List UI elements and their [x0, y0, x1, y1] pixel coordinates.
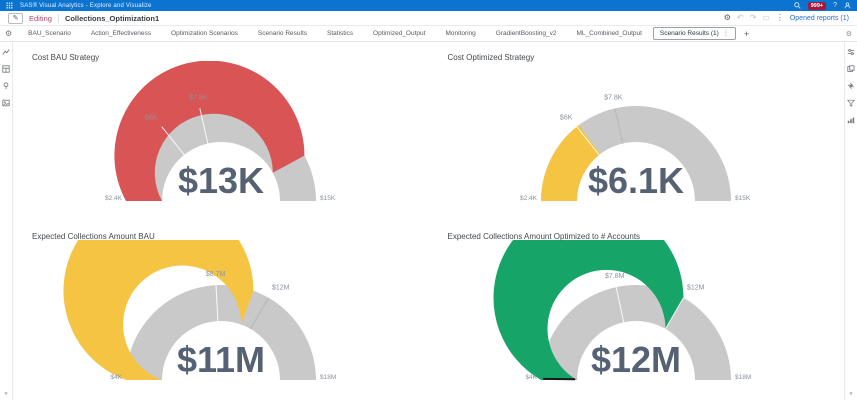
data-roles-icon[interactable]	[847, 65, 855, 73]
gauge-value-text: $11M	[177, 339, 265, 380]
tab-label: Optimized_Output	[373, 30, 425, 37]
tab-label: ML_Combined_Output	[577, 30, 642, 37]
add-page-button[interactable]: +	[738, 29, 755, 39]
tab-ml-combined-output[interactable]: ML_Combined_Output	[568, 27, 651, 40]
tab-optimization-scenarios[interactable]: Optimization Scenarios	[162, 27, 247, 40]
editing-mode-label: Editing	[29, 14, 52, 23]
tab-label: Scenario Results (1)	[660, 30, 719, 37]
gauge-cell-collections-optimized: Expected Collections Amount Optimized to…	[429, 221, 845, 400]
search-icon[interactable]	[794, 2, 801, 9]
tab-label: Action_Effectiveness	[91, 30, 151, 37]
tab-scenario-results-1-[interactable]: Scenario Results (1) ⋮	[653, 27, 736, 40]
application-header: SAS® Visual Analytics - Explore and Visu…	[0, 0, 857, 11]
gauge-max-label: $15K	[735, 195, 751, 202]
app-title: SAS® Visual Analytics - Explore and Visu…	[20, 3, 152, 9]
options-sliders-icon[interactable]	[847, 48, 855, 56]
gauge-min-label: $4K	[110, 374, 122, 381]
left-sidebar: »	[0, 42, 13, 400]
gauge-max-label: $15K	[320, 195, 336, 202]
report-toolbar: ✎ Editing Collections_Optimization1 ⚙ ↶ …	[0, 11, 857, 26]
tab-label: Scenario Results	[258, 30, 307, 37]
gauge-cell-collections-bau: Expected Collections Amount BAU $8.7M $12…	[13, 221, 429, 400]
overflow-menu-icon[interactable]: ⋮	[776, 14, 784, 22]
gauge-tick-label: $6K	[145, 114, 158, 121]
outline-pin-icon[interactable]	[2, 82, 10, 90]
gauge-value-text: $13K	[178, 160, 264, 201]
gauge-title: Cost BAU Strategy	[32, 53, 99, 62]
gauge-chart-collections-optimized[interactable]: $7.8M $12M $4K $18M $12M	[429, 240, 843, 392]
notification-badge[interactable]: 999+	[808, 2, 826, 10]
ranks-bars-icon[interactable]	[847, 116, 855, 124]
settings-gear-icon[interactable]: ⚙	[724, 14, 731, 22]
gauge-min-label: $4K	[526, 374, 538, 381]
tab-monitoring[interactable]: Monitoring	[436, 27, 484, 40]
page-tabstrip: ⚙ BAU_Scenario Action_Effectiveness Optimi…	[0, 26, 857, 42]
edit-pencil-button[interactable]: ✎	[8, 13, 23, 24]
view-frame-icon[interactable]: ▭	[762, 14, 770, 22]
gauge-chart-collections-bau[interactable]: $8.7M $12M $4K $18M $11M	[14, 240, 428, 392]
canvas-options-gear-icon[interactable]: ⚙	[846, 30, 852, 38]
tab-bau-scenario[interactable]: BAU_Scenario	[19, 27, 80, 40]
pencil-icon: ✎	[13, 14, 19, 22]
tab-optimized-output[interactable]: Optimized_Output	[364, 27, 434, 40]
gauge-max-label: $18M	[320, 374, 336, 381]
gauge-chart-cost-optimized[interactable]: $6K $7.8K $2.4K $15K $6.1K	[429, 61, 843, 213]
undo-icon[interactable]: ↶	[737, 14, 744, 22]
help-icon[interactable]: ?	[833, 2, 837, 9]
data-chart-icon[interactable]	[2, 48, 10, 56]
gauge-tick-label: $7.8K	[604, 95, 623, 102]
expand-right-rail-icon[interactable]: «	[849, 391, 852, 397]
tab-gradientboosting-v2[interactable]: GradientBoosting_v2	[487, 27, 566, 40]
gauge-tick-label: $6K	[560, 114, 573, 121]
redo-icon[interactable]: ↷	[750, 14, 757, 22]
gauge-tick-label: $12M	[687, 285, 705, 292]
right-sidebar: «	[844, 42, 857, 400]
gauge-min-label: $2.4K	[520, 195, 538, 202]
gauge-tick-label: $7.8K	[189, 95, 208, 102]
tab-scenario-results[interactable]: Scenario Results	[249, 27, 316, 40]
expand-left-rail-icon[interactable]: »	[4, 391, 7, 397]
gauge-tick-label: $12M	[272, 285, 290, 292]
tab-action-effectiveness[interactable]: Action_Effectiveness	[82, 27, 160, 40]
gauge-title: Expected Collections Amount BAU	[32, 232, 155, 241]
tab-list: BAU_Scenario Action_Effectiveness Optimiza…	[19, 27, 736, 40]
actions-icon[interactable]	[847, 82, 855, 90]
gauge-value-text: $6.1K	[588, 160, 684, 201]
media-image-icon[interactable]	[2, 99, 10, 107]
main-region: » Cost BAU Strategy $6K $7.8K $2.4K $15K $13…	[0, 42, 857, 400]
gauge-cell-cost-bau: Cost BAU Strategy $6K $7.8K $2.4K $15K $13K	[13, 42, 429, 221]
tab-label: Statistics	[327, 30, 353, 37]
tab-label: Monitoring	[445, 30, 475, 37]
tab-statistics[interactable]: Statistics	[318, 27, 362, 40]
tab-label: BAU_Scenario	[28, 30, 71, 37]
toolbar-divider	[58, 14, 59, 23]
tab-menu-icon[interactable]: ⋮	[723, 30, 729, 37]
user-avatar-icon[interactable]	[844, 2, 851, 9]
page-options-gear-icon[interactable]: ⚙	[5, 29, 12, 38]
gauge-title: Cost Optimized Strategy	[448, 53, 535, 62]
objects-table-icon[interactable]	[2, 65, 10, 73]
report-title: Collections_Optimization1	[65, 14, 159, 23]
apps-grid-icon[interactable]	[6, 2, 13, 9]
tab-label: Optimization Scenarios	[171, 30, 238, 37]
report-canvas: Cost BAU Strategy $6K$7.8K$2.4K$15K$13K …	[13, 42, 844, 400]
gauge-tick-label: $8.7M	[206, 271, 226, 278]
gauge-cell-cost-optimized: Cost Optimized Strategy $6K $7.8K $2.4K $15…	[429, 42, 845, 221]
gauge-tick-label: $7.8M	[605, 273, 625, 280]
gauge-chart-cost-bau[interactable]: $6K $7.8K $2.4K $15K $13K	[14, 61, 428, 213]
gauge-max-label: $18M	[735, 374, 751, 381]
opened-reports-link[interactable]: Opened reports (1)	[790, 15, 849, 22]
tab-label: GradientBoosting_v2	[496, 30, 557, 37]
gauge-value-text: $12M	[591, 339, 681, 380]
gauge-min-label: $2.4K	[105, 195, 123, 202]
gauge-title: Expected Collections Amount Optimized to…	[448, 232, 641, 241]
application-window: SAS® Visual Analytics - Explore and Visu…	[0, 0, 857, 400]
filters-funnel-icon[interactable]	[847, 99, 855, 107]
